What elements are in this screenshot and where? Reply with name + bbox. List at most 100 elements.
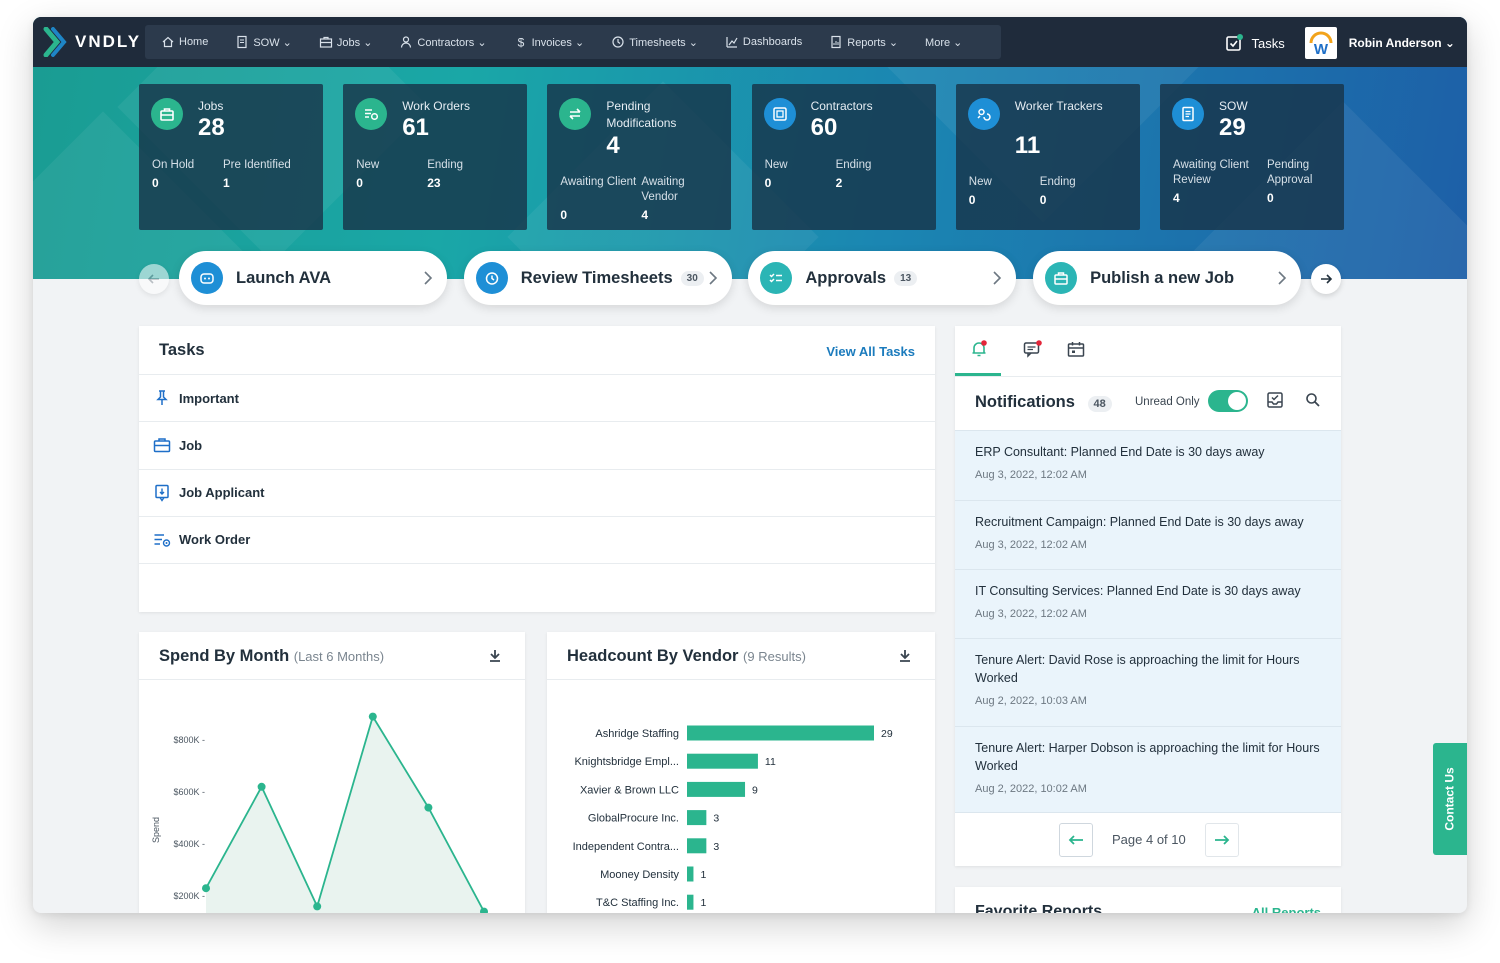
headcount-by-vendor-panel: Headcount By Vendor (9 Results) Ashridge… [547,632,935,913]
mark-all-read-icon[interactable] [1266,391,1284,409]
action-publish-a-new-job[interactable]: Publish a new Job [1033,251,1302,305]
stat-name: Pending Modifications [606,99,677,130]
report-icon [831,35,841,49]
carousel-prev-button[interactable] [139,264,169,294]
vendor-label: Independent Contra... [573,841,679,853]
action-launch-ava[interactable]: Launch AVA [179,251,447,305]
y-tick-label: $800K - [173,735,205,745]
vendor-label: Knightsbridge Empl... [574,756,679,768]
tasks-title: Tasks [159,341,205,359]
vendor-bar[interactable] [687,725,874,741]
task-row-work-order[interactable]: Work Order [139,515,935,563]
carousel-next-button[interactable] [1311,264,1341,294]
vendor-value-label: 1 [700,897,706,909]
spend-point[interactable] [257,782,266,791]
unread-only-toggle[interactable] [1208,390,1248,412]
nav-item-contractors[interactable]: Contractors ⌄ [389,25,503,59]
vendor-label: GlobalProcure Inc. [588,813,679,825]
nav-item-more[interactable]: More ⌄ [915,25,979,59]
vendor-bar[interactable] [687,810,707,826]
stat-card-pending-modifications[interactable]: Pending Modifications 4 Awaiting Client 0 Aw… [547,84,732,230]
chevron-right-icon [423,270,433,291]
chart-icon [726,37,738,48]
nav-item-timesheets[interactable]: Timesheets ⌄ [601,25,715,59]
user-menu[interactable]: Robin Anderson ⌄ [1349,36,1455,50]
notification-item[interactable]: Tenure Alert: Harper Dobson is approachi… [955,726,1341,813]
all-reports-link[interactable]: All Reports [1252,905,1321,913]
notification-text: Tenure Alert: David Rose is approaching … [975,653,1300,685]
tasks-button[interactable]: Tasks [1225,34,1285,52]
stat-name: Contractors [810,99,873,113]
vendor-label: Mooney Density [600,869,679,881]
notification-text: Tenure Alert: Harper Dobson is approachi… [975,741,1320,773]
download-icon[interactable] [487,648,503,664]
vendor-bar[interactable] [687,781,746,797]
action-review-timesheets[interactable]: Review Timesheets 30 [463,251,732,305]
stat-card-contractors[interactable]: Contractors 60 New 0 Ending 2 [751,84,936,230]
previous-page-button[interactable] [1059,823,1093,857]
stat-name: Work Orders [402,99,470,113]
nav-item-label: Contractors ⌄ [417,36,487,49]
chat-bot-icon [191,262,223,294]
stat-value: 29 [1219,114,1246,141]
vendor-bar[interactable] [687,894,694,910]
logo-text: VNDLY [75,32,142,51]
vendor-bar[interactable] [687,866,694,882]
notification-item[interactable]: Recruitment Campaign: Planned End Date i… [955,500,1341,569]
notification-date: Aug 3, 2022, 12:02 AM [975,539,1087,551]
spend-point[interactable] [313,902,322,911]
action-approvals[interactable]: Approvals 13 [748,251,1017,305]
nav-item-label: More ⌄ [925,36,963,49]
nav-item-home[interactable]: Home [151,25,225,59]
nav-item-invoices[interactable]: $ Invoices ⌄ [504,25,602,59]
stat-value: 60 [810,114,838,141]
spend-point[interactable] [424,803,433,812]
nav-item-label: Jobs ⌄ [336,36,373,49]
tab-notifications[interactable] [955,326,1001,376]
page-indicator: Page 4 of 10 [1112,832,1186,847]
task-row-important[interactable]: Important [139,374,935,421]
headcount-chart-title: Headcount By Vendor (9 Results) [567,647,806,665]
arrow-left-icon [147,274,159,284]
task-row-job-applicant[interactable]: Job Applicant [139,468,935,516]
view-all-tasks-link[interactable]: View All Tasks [826,344,915,359]
stat-name: SOW [1219,99,1248,113]
tasks-label: Tasks [1251,35,1285,51]
stat-sub-value: 23 [427,176,441,190]
notification-item[interactable]: ERP Consultant: Planned End Date is 30 d… [955,430,1341,500]
nav-item-label: SOW ⌄ [253,36,292,49]
nav-item-label: Dashboards [742,36,803,48]
stat-card-sow[interactable]: SOW 29 Awaiting Client Review 4 Pending Appr… [1160,84,1344,230]
stat-sub-value: 0 [1039,193,1047,207]
tab-calendar[interactable] [1059,326,1099,376]
tab-messages[interactable] [1015,326,1055,376]
nav-item-dashboards[interactable]: Dashboards [715,25,819,59]
next-page-button[interactable] [1205,823,1239,857]
stat-name: Worker Trackers [1014,99,1103,113]
person-icon [401,36,412,48]
vendor-bar[interactable] [687,838,707,854]
contact-us-tab[interactable]: Contact Us [1433,743,1467,855]
nav-item-reports[interactable]: Reports ⌄ [819,25,915,59]
search-icon[interactable] [1305,392,1321,408]
download-icon[interactable] [897,648,913,664]
stat-card-work-orders[interactable]: Work Orders 61 New 0 Ending 23 [343,84,528,230]
stat-card-jobs[interactable]: Jobs 28 On Hold 0 Pre Identified 1 [139,84,323,230]
vndly-logo[interactable]: VNDLY [43,25,141,59]
spend-point[interactable] [202,884,210,893]
stat-card-worker-trackers[interactable]: Worker Trackers 11 New 0 Ending 0 [955,84,1140,230]
nav-item-sow[interactable]: SOW ⌄ [225,25,309,59]
vendor-bar[interactable] [687,753,758,769]
task-label: Work Order [179,532,251,548]
notification-item[interactable]: Tenure Alert: David Rose is approaching … [955,638,1341,726]
nav-item-jobs[interactable]: Jobs ⌄ [309,25,390,59]
chevron-right-icon [992,270,1002,291]
notification-text: ERP Consultant: Planned End Date is 30 d… [975,445,1265,459]
chevron-right-icon [1277,270,1287,291]
notification-item[interactable]: IT Consulting Services: Planned End Date… [955,569,1341,638]
spend-point[interactable] [368,712,377,721]
task-row-job[interactable]: Job [139,421,935,468]
notifications-title: Notifications 48 [975,393,1112,412]
avatar[interactable]: W [1304,27,1337,59]
action-label: Publish a new Job [1090,268,1235,287]
